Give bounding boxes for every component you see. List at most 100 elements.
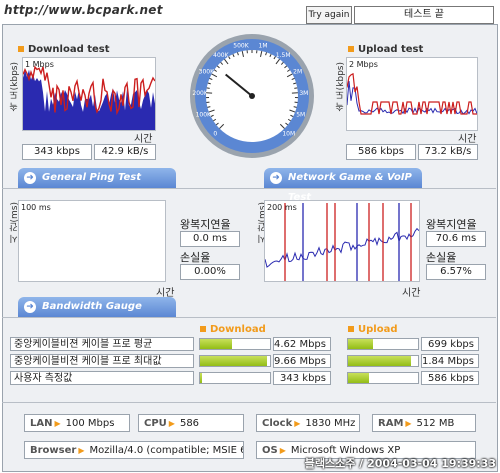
- info-cpu-label: CPU: [144, 418, 167, 429]
- info-browser-value: Mozilla/4.0 (compatible; MSIE 6.0: [89, 445, 244, 456]
- ping-graph: 100 ms: [18, 200, 166, 282]
- game-rtt-value: 70.6 ms: [426, 231, 486, 247]
- bandwidth-download-header-text: Download: [210, 324, 266, 335]
- bullet-icon: [200, 326, 206, 332]
- bandwidth-upload-header: Upload: [348, 324, 397, 335]
- download-bar: [199, 355, 271, 367]
- tab-divider: [2, 188, 496, 189]
- game-series-blue: [264, 227, 420, 268]
- info-lan: LAN ▶ 100 Mbps: [24, 414, 130, 432]
- bandwidth-row-label: 중앙케이블비젼 케이블 프로 평균: [10, 337, 194, 351]
- upload-title: Upload test: [348, 44, 423, 55]
- download-bar-fill: [200, 373, 203, 383]
- tab-general-ping[interactable]: ➜ General Ping Test: [18, 168, 176, 188]
- info-browser: Browser ▶ Mozilla/4.0 (compatible; MSIE 6.…: [24, 441, 244, 459]
- info-cpu: CPU ▶ 586: [138, 414, 244, 432]
- info-clock-label: Clock: [262, 418, 293, 429]
- footer-stamp: 블랙스소주 / 2004-03-04 19:39:33: [304, 457, 496, 470]
- game-loss-label: 손실율: [426, 251, 457, 264]
- gauge-label: 0: [213, 130, 217, 137]
- game-scale: 200 ms: [267, 203, 297, 212]
- bandwidth-row-label: 사용자 측정값: [10, 371, 194, 385]
- upload-value: 699 kbps: [421, 337, 479, 351]
- triangle-icon: ▶: [279, 446, 286, 455]
- gauge-label: 500K: [233, 43, 249, 50]
- upload-value: 1.84 Mbps: [421, 354, 479, 368]
- gauge-label: 1.5M: [276, 52, 291, 59]
- bandwidth-download-header: Download: [200, 324, 266, 335]
- upload-xlabel: 시간: [458, 134, 477, 145]
- gauge-svg: 0 100K 200K 300K 400K 500K 1M 1.5M 2M 3M 5M 10M: [190, 34, 314, 158]
- upload-bar-fill: [348, 373, 369, 383]
- upload-bar: [347, 355, 419, 367]
- upload-bar-fill: [348, 356, 411, 366]
- game-graph: 200 ms: [264, 200, 420, 282]
- download-title: Download test: [18, 44, 110, 55]
- bandwidth-row-label: 중앙케이블비젼 케이블 프로 최대값: [10, 354, 194, 368]
- ping-rtt-label: 왕복지연율: [180, 218, 231, 231]
- info-lan-label: LAN: [30, 418, 53, 429]
- upload-bar: [347, 338, 419, 350]
- upload-bar: [347, 372, 419, 384]
- info-os-label: OS: [262, 445, 278, 456]
- info-cpu-value: 586: [179, 418, 200, 429]
- triangle-icon: ▶: [168, 419, 175, 428]
- gauge-tick: [206, 87, 210, 89]
- download-kbps: 343 kbps: [22, 144, 92, 160]
- arrow-icon: ➜: [270, 172, 282, 184]
- info-ram: RAM ▶ 512 MB: [372, 414, 476, 432]
- gauge-hub: [249, 93, 255, 99]
- gauge-label: 400K: [213, 52, 229, 59]
- upload-graph: 2 Mbps: [346, 57, 478, 131]
- download-ylabel: 속 도(kbps): [10, 62, 20, 112]
- bandwidth-upload-header-text: Upload: [358, 324, 398, 335]
- download-value: 4.62 Mbps: [273, 337, 331, 351]
- game-rtt-label: 왕복지연율: [426, 218, 477, 231]
- tab-bandwidth-label: Bandwidth Gauge: [42, 301, 142, 312]
- gauge-label: 5M: [296, 112, 305, 119]
- triangle-icon: ▶: [405, 419, 412, 428]
- download-bar-fill: [200, 356, 267, 366]
- info-ram-label: RAM: [378, 418, 404, 429]
- bullet-icon: [348, 46, 354, 52]
- bandwidth-divider: [2, 317, 496, 318]
- upload-value: 586 kbps: [421, 371, 479, 385]
- gauge-label: 100K: [196, 112, 212, 119]
- tab-general-ping-label: General Ping Test: [42, 172, 142, 183]
- tab-bandwidth-gauge[interactable]: ➜ Bandwidth Gauge: [18, 297, 176, 317]
- gauge-label: 10M: [282, 130, 295, 137]
- arrow-icon: ➜: [24, 172, 36, 184]
- info-ram-value: 512 MB: [416, 418, 455, 429]
- try-again-button[interactable]: Try again: [306, 6, 352, 24]
- game-xlabel: 시간: [402, 288, 421, 299]
- gauge-label: 3M: [299, 90, 308, 97]
- triangle-icon: ▶: [54, 419, 61, 428]
- upload-kbps: 586 kbps: [346, 144, 416, 160]
- gauge-tick: [294, 87, 298, 89]
- upload-bar-fill: [348, 339, 373, 349]
- upload-scale: 2 Mbps: [349, 60, 378, 69]
- ping-scale: 100 ms: [21, 203, 51, 212]
- info-clock: Clock ▶ 1830 MHz: [256, 414, 360, 432]
- download-value: 343 kbps: [273, 371, 331, 385]
- download-xlabel: 시간: [134, 134, 153, 145]
- download-bar: [199, 372, 271, 384]
- ping-rtt-value: 0.0 ms: [180, 231, 240, 247]
- info-clock-value: 1830 MHz: [305, 418, 356, 429]
- triangle-icon: ▶: [78, 446, 85, 455]
- download-title-text: Download test: [28, 44, 110, 55]
- watermark-url: http://www.bcpark.net: [4, 3, 163, 17]
- gauge-label: 1M: [259, 43, 268, 50]
- tab-network-game[interactable]: ➜ Network Game & VoIP Test: [264, 168, 422, 203]
- upload-title-text: Upload test: [358, 44, 424, 55]
- download-scale: 1 Mbps: [25, 60, 54, 69]
- game-graph-svg: [264, 203, 420, 281]
- download-bar: [199, 338, 271, 350]
- bullet-icon: [18, 46, 24, 52]
- upload-kBs: 73.2 kB/s: [418, 144, 478, 160]
- system-divider: [2, 402, 496, 403]
- gauge-label: 300K: [199, 69, 215, 76]
- download-graph: 1 Mbps: [22, 57, 156, 131]
- gauge-label: 200K: [192, 90, 208, 97]
- info-lan-value: 100 Mbps: [65, 418, 115, 429]
